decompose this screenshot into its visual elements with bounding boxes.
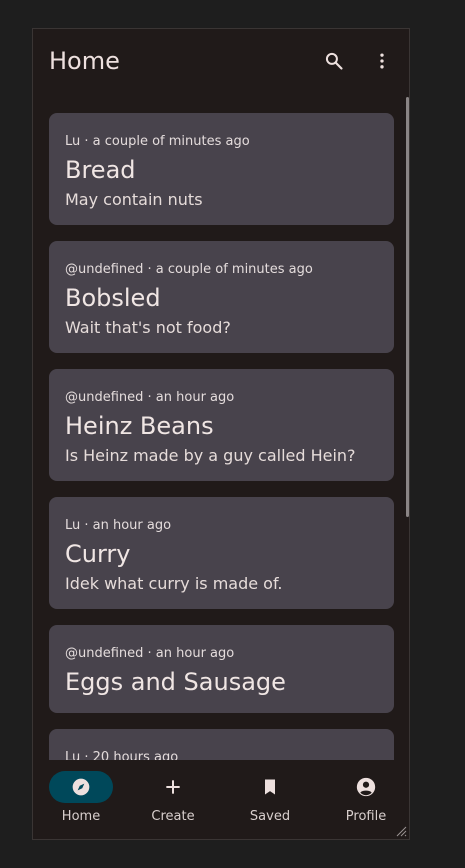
resize-grip-icon[interactable] xyxy=(395,825,407,837)
page-title: Home xyxy=(49,47,120,75)
post-body: Is Heinz made by a guy called Hein? xyxy=(65,446,356,465)
post-title: Curry xyxy=(65,540,131,568)
compass-icon xyxy=(72,778,90,796)
nav-label: Home xyxy=(61,809,101,824)
post-meta: Lu · 20 hours ago xyxy=(65,750,179,760)
nav-active-indicator xyxy=(49,771,113,803)
plus-icon xyxy=(166,780,180,794)
nav-icon-container xyxy=(334,771,398,803)
post-title: Bobsled xyxy=(65,284,161,312)
search-icon xyxy=(325,52,343,70)
nav-icon-container xyxy=(141,771,205,803)
post-meta: Lu · a couple of minutes ago xyxy=(65,134,250,149)
nav-label: Saved xyxy=(249,809,291,824)
feed-scrollbar[interactable] xyxy=(406,97,409,517)
app-window: Home Lu · a couple of minutes ago Bread … xyxy=(32,28,410,840)
post-meta: @undefined · an hour ago xyxy=(65,646,235,661)
post-body: May contain nuts xyxy=(65,190,203,209)
nav-item-create[interactable]: Create xyxy=(125,771,221,831)
post-meta: @undefined · an hour ago xyxy=(65,390,235,405)
post-feed[interactable]: Lu · a couple of minutes ago Bread May c… xyxy=(49,113,394,760)
post-card[interactable]: Lu · 20 hours ago xyxy=(49,729,394,760)
bookmark-icon xyxy=(265,779,275,795)
more-options-button[interactable] xyxy=(366,45,398,77)
account-circle-icon xyxy=(356,777,376,797)
post-body: Wait that's not food? xyxy=(65,318,231,337)
post-card[interactable]: @undefined · an hour ago Heinz Beans Is … xyxy=(49,369,394,481)
nav-icon-container xyxy=(238,771,302,803)
post-meta: Lu · an hour ago xyxy=(65,518,172,533)
post-body: Idek what curry is made of. xyxy=(65,574,283,593)
search-button[interactable] xyxy=(318,45,350,77)
post-title: Eggs and Sausage xyxy=(65,668,286,696)
post-card[interactable]: @undefined · an hour ago Eggs and Sausag… xyxy=(49,625,394,713)
nav-label: Profile xyxy=(345,809,387,824)
post-card[interactable]: Lu · an hour ago Curry Idek what curry i… xyxy=(49,497,394,609)
post-card[interactable]: Lu · a couple of minutes ago Bread May c… xyxy=(49,113,394,225)
post-card[interactable]: @undefined · a couple of minutes ago Bob… xyxy=(49,241,394,353)
nav-item-home[interactable]: Home xyxy=(33,771,129,831)
nav-label: Create xyxy=(151,809,195,824)
post-meta: @undefined · a couple of minutes ago xyxy=(65,262,313,277)
post-title: Bread xyxy=(65,156,136,184)
nav-item-profile[interactable]: Profile xyxy=(318,771,409,831)
top-app-bar: Home xyxy=(33,29,409,93)
post-title: Heinz Beans xyxy=(65,412,214,440)
bottom-navigation: Home Create Saved Profile xyxy=(33,761,409,839)
more-vert-icon xyxy=(380,53,384,69)
nav-item-saved[interactable]: Saved xyxy=(222,771,318,831)
